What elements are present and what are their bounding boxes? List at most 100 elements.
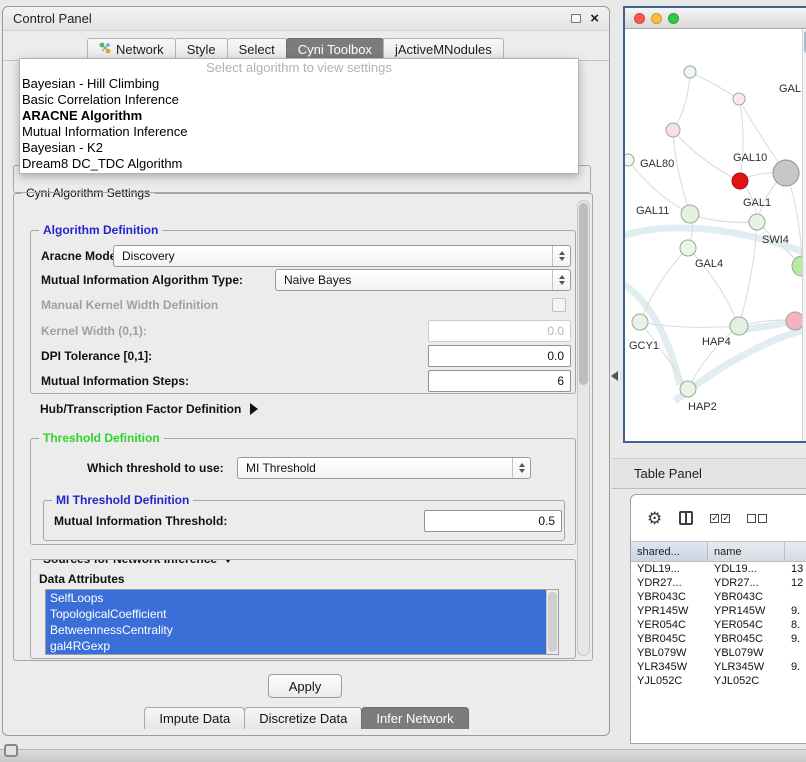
scrollbar-thumb[interactable] [548,592,557,652]
network-node[interactable] [680,240,696,256]
network-node[interactable] [733,93,745,105]
table-row[interactable]: YDL19... YDL19... 13 [631,562,806,576]
tab-cyni-toolbox[interactable]: Cyni Toolbox [286,38,384,60]
float-panel-icon[interactable] [571,14,581,23]
attribute-item[interactable]: SelfLoops [46,590,546,606]
scrollbar-thumb[interactable] [579,203,588,385]
network-edge [690,214,757,222]
table-row[interactable]: YBL079W YBL079W [631,646,806,660]
network-node[interactable] [684,66,696,78]
control-panel-title: Control Panel [13,11,92,26]
show-columns-icon[interactable] [679,511,693,525]
sources-group: Sources for Network Inference Data Attri… [30,559,576,659]
tab-label: Network [116,42,164,57]
table-toolbar: ⚙ [631,495,806,541]
which-threshold-value: MI Threshold [246,461,316,475]
attributes-scrollbar[interactable] [546,590,558,654]
minimized-panel-icon[interactable] [4,744,18,757]
manual-kernel-width-checkbox[interactable] [552,298,566,312]
table-row[interactable]: YDR27... YDR27... 12 [631,576,806,590]
algorithm-option[interactable]: Bayesian - K2 [20,140,578,156]
dpi-tolerance-input[interactable]: 0.0 [428,345,571,367]
network-canvas[interactable]: GAL80GAL10GAL11GAL1SWI4GAL4GCY1HAP4HAP2G… [625,29,806,441]
traffic-light-red[interactable] [634,13,645,24]
node-label: GCY1 [629,340,659,352]
table-row[interactable]: YBR045C YBR045C 9. [631,632,806,646]
aracne-mode-label: Aracne Mode: [41,249,120,263]
node-label: GAL1 [743,197,771,209]
cell-shared-name: YPR145W [631,605,708,617]
algorithm-option[interactable]: ARACNE Algorithm [20,108,578,124]
network-edge [673,72,690,130]
algorithm-options: Bayesian - Hill ClimbingBasic Correlatio… [20,76,578,172]
network-node[interactable] [730,317,748,335]
algorithm-option[interactable]: Dream8 DC_TDC Algorithm [20,156,578,172]
cell-shared-name: YBL079W [631,647,708,659]
which-threshold-select[interactable]: MI Threshold [237,457,531,479]
control-panel-titlebar: Control Panel × [3,7,609,31]
mi-algorithm-type-select[interactable]: Naive Bayes [275,269,571,291]
hub-section-toggle[interactable]: Hub/Transcription Factor Definition [40,402,258,416]
tab-network[interactable]: Network [87,38,176,60]
traffic-light-yellow[interactable] [651,13,662,24]
network-node[interactable] [625,154,634,166]
tab-impute-data[interactable]: Impute Data [144,707,245,729]
mi-threshold-input[interactable]: 0.5 [424,510,562,532]
tab-select[interactable]: Select [227,38,287,60]
panel-collapse-arrow[interactable] [611,371,618,381]
deselect-all-columns-icon[interactable] [747,514,767,523]
cell-shared-name: YJL052C [631,675,708,687]
tab-jactivemodules[interactable]: jActiveMNodules [383,38,504,60]
mi-steps-input[interactable]: 6 [428,370,571,392]
network-node[interactable] [680,381,696,397]
network-node[interactable] [681,205,699,223]
table-row[interactable]: YJL052C YJL052C [631,674,806,688]
algorithm-option[interactable]: Bayesian - Hill Climbing [20,76,578,92]
hub-section-label: Hub/Transcription Factor Definition [40,402,241,416]
network-edge [690,72,739,99]
cell-shared-name: YDR27... [631,577,708,589]
control-panel-window: Control Panel × Network Style Select Cyn… [2,6,610,736]
network-node[interactable] [632,314,648,330]
attribute-item[interactable]: gal4RGexp [46,638,546,654]
node-label: HAP4 [702,336,731,348]
close-panel-icon[interactable]: × [590,11,599,26]
apply-button[interactable]: Apply [268,674,342,698]
tab-infer-network[interactable]: Infer Network [361,707,468,729]
network-node[interactable] [773,160,799,186]
network-wide-edge [625,281,680,385]
algorithm-option[interactable]: Mutual Information Inference [20,124,578,140]
algorithm-option[interactable]: Basic Correlation Inference [20,92,578,108]
column-header-name[interactable]: name [708,542,785,561]
column-header-shared-name[interactable]: shared... [631,542,708,561]
tab-discretize-data[interactable]: Discretize Data [244,707,362,729]
combo-arrows-icon [552,270,570,290]
which-threshold-label: Which threshold to use: [87,461,224,475]
attribute-item[interactable]: TopologicalCoefficient [46,606,546,622]
combo-arrows-icon [552,246,570,266]
settings-gear-icon[interactable]: ⚙ [647,510,662,527]
network-scrollbar[interactable] [802,29,806,441]
data-attributes-items: SelfLoopsTopologicalCoefficientBetweenne… [46,590,546,654]
table-row[interactable]: YPR145W YPR145W 9. [631,604,806,618]
aracne-mode-select[interactable]: Discovery [113,245,571,267]
table-row[interactable]: YER054C YER054C 8. [631,618,806,632]
column-header-extra[interactable] [785,542,806,561]
settings-scrollbar[interactable] [577,200,590,656]
mi-threshold-definition-title: MI Threshold Definition [52,493,193,507]
attribute-item[interactable]: BetweennessCentrality [46,622,546,638]
select-all-columns-icon[interactable] [710,514,730,523]
network-node[interactable] [732,173,748,189]
tab-label: Discretize Data [259,711,347,726]
table-row[interactable]: YBR043C YBR043C [631,590,806,604]
tab-style[interactable]: Style [175,38,228,60]
sources-section-toggle[interactable]: Sources for Network Inference [39,559,237,566]
traffic-light-green[interactable] [668,13,679,24]
collapse-down-icon [223,559,233,563]
network-node[interactable] [749,214,765,230]
kernel-width-input[interactable]: 0.0 [428,320,571,342]
table-row[interactable]: YLR345W YLR345W 9. [631,660,806,674]
network-node[interactable] [666,123,680,137]
cell-extra: 8. [785,619,806,631]
network-edge [673,130,740,181]
